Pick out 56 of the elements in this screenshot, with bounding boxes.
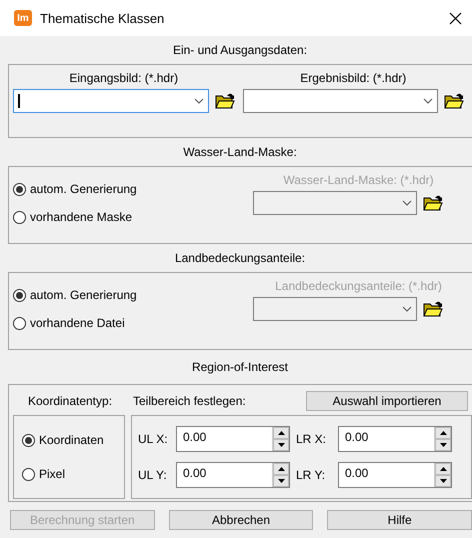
dropdown-chevron-icon — [423, 98, 433, 104]
field-label: Landbedeckungsanteile: (*.hdr) — [275, 279, 442, 293]
field-label: UL X: — [138, 432, 168, 446]
section-title: Wasser-Land-Maske: — [183, 145, 297, 159]
up-arrow-icon[interactable] — [440, 467, 446, 471]
number-field[interactable]: 0.00 — [176, 462, 290, 488]
open-folder-icon[interactable] — [423, 194, 443, 212]
down-arrow-icon[interactable] — [440, 443, 446, 447]
radio-button[interactable] — [13, 210, 26, 224]
radio-button[interactable] — [22, 434, 35, 446]
radio-label: autom. Generierung — [30, 288, 137, 302]
app-logo: Im — [14, 10, 32, 26]
dropdown-chevron-icon — [194, 98, 204, 104]
field-label: LR X: — [296, 432, 326, 446]
field-label: Eingangsbild: (*.hdr) — [69, 71, 178, 85]
radio-button[interactable] — [22, 468, 35, 480]
section-title: Landbedeckungsanteile: — [174, 251, 306, 265]
up-arrow-icon[interactable] — [440, 431, 446, 435]
field-label: UL Y: — [138, 468, 167, 482]
import-button[interactable]: Auswahl importieren — [306, 391, 468, 411]
up-arrow-icon[interactable] — [278, 467, 284, 471]
dialog-button[interactable]: Abbrechen — [168, 510, 314, 530]
file-dropdown[interactable] — [253, 297, 417, 321]
open-folder-icon[interactable] — [423, 300, 443, 318]
radio-label: autom. Generierung — [30, 182, 137, 196]
radio-button[interactable] — [13, 316, 26, 330]
close-icon[interactable] — [449, 12, 462, 24]
number-field[interactable]: 0.00 — [338, 462, 452, 488]
down-arrow-icon[interactable] — [278, 479, 284, 483]
radio-button[interactable] — [13, 288, 26, 302]
radio-label: vorhandene Datei — [30, 316, 125, 330]
field-label: Teilbereich festlegen: — [133, 394, 247, 408]
field-label: Koordinatentyp: — [26, 394, 114, 408]
dropdown-chevron-icon — [402, 200, 412, 206]
up-arrow-icon[interactable] — [278, 431, 284, 435]
field-label: Ergebnisbild: (*.hdr) — [300, 71, 406, 85]
field-label: LR Y: — [296, 468, 326, 482]
section-title: Ein- und Ausgangsdaten: — [172, 43, 308, 57]
number-field[interactable]: 0.00 — [176, 426, 290, 452]
file-dropdown[interactable] — [13, 89, 208, 113]
down-arrow-icon[interactable] — [278, 443, 284, 447]
dropdown-chevron-icon — [402, 306, 412, 312]
open-folder-icon[interactable] — [444, 92, 464, 110]
radio-button[interactable] — [13, 182, 26, 196]
window-title: Thematische Klassen — [40, 10, 166, 26]
file-dropdown[interactable] — [242, 89, 438, 113]
radio-label: Pixel — [39, 467, 66, 481]
radio-label: Koordinaten — [39, 433, 104, 447]
field-label: Wasser-Land-Maske: (*.hdr) — [283, 173, 434, 187]
open-folder-icon[interactable] — [214, 92, 234, 110]
file-dropdown[interactable] — [253, 191, 417, 215]
radio-label: vorhandene Maske — [30, 210, 132, 224]
down-arrow-icon[interactable] — [440, 479, 446, 483]
dialog-button[interactable]: Hilfe — [327, 510, 472, 530]
number-field[interactable]: 0.00 — [338, 426, 452, 452]
section-title: Region-of-Interest — [192, 360, 288, 374]
